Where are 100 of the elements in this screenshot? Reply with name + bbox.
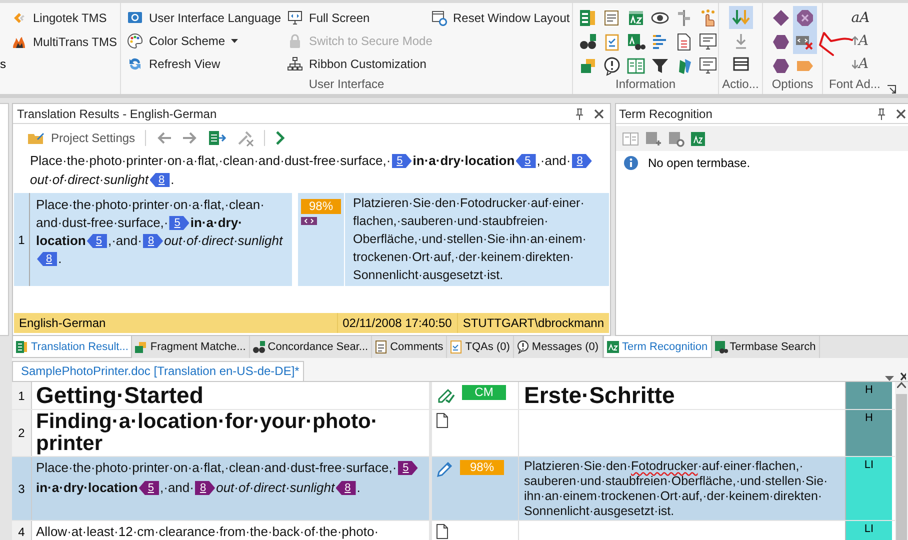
- pin-icon[interactable]: [575, 108, 584, 120]
- squares-icon[interactable]: [578, 56, 598, 76]
- ribbon-button[interactable]: Full Screen: [284, 6, 373, 30]
- termbase-icon[interactable]: [626, 8, 646, 28]
- panel-tab[interactable]: Term Recognition: [603, 336, 712, 358]
- target-text[interactable]: Erste·Schritte: [519, 382, 845, 409]
- option-button[interactable]: [792, 6, 816, 30]
- language-icon: [127, 10, 143, 26]
- group-label: Font Ad...: [828, 76, 880, 93]
- row-number: 1: [14, 193, 30, 286]
- dialog-launcher-icon[interactable]: [886, 85, 896, 94]
- ribbon-button[interactable]: MultiTrans TMS: [8, 30, 120, 54]
- match-status: CM: [462, 385, 506, 400]
- source-text[interactable]: Place·the·photo·printer·on·a·flat,·clean· and·dust-free·surface,· 5 in·a·dry·location 5 ,·and· 8 out·of·direct·sunlight 8 .: [30, 193, 292, 286]
- ribbon-button[interactable]: Refresh View: [124, 52, 224, 76]
- target-text[interactable]: Platzieren·Sie·den·Fotodrucker·auf·einer·flachen,·sauberen·und·staubfreien·Oberfläche,·und·stellen·Sie·ihn·an·einem·trockenen·Ort·auf,·der·keinem·direkten·Sonnenlicht·ausgesetzt·ist.: [519, 457, 845, 520]
- hexagon-icon: [770, 56, 790, 76]
- row-number: 3: [12, 457, 32, 520]
- user-name: STUTTGART\dbrockmann: [456, 313, 609, 333]
- group-label: Options: [770, 76, 814, 93]
- termbase-settings-icon[interactable]: [668, 130, 685, 146]
- group-label: Actio...: [721, 76, 760, 93]
- binoculars-icon: [252, 340, 266, 354]
- octagon-x-icon: [794, 8, 814, 28]
- cut-label: s: [0, 57, 6, 72]
- group-label: User Interface: [308, 76, 386, 93]
- list-icon: [15, 340, 29, 354]
- ribbon-button[interactable]: User Interface Language: [124, 6, 284, 30]
- list-icon[interactable]: [578, 8, 598, 28]
- source-preview-text: Place·the·photo·printer·on·a·flat,·clean·and·dust-free·surface,· 5 in·a·dry·location 5 ,·and· 8 out·of·direct·sunlight 8 .: [13, 151, 610, 193]
- ribbon-button[interactable]: Reset Window Layout: [428, 6, 573, 30]
- target-text: Platzieren·Sie·den·Fotodrucker·auf·einer·flachen,·sauberen·und·staubfreien·Oberfläche,·und·stellen·Sie·ihn·an·einem·trockenen·Ort·auf,·der·keinem·direkten·Sonnenlicht·ausgesetzt·ist.: [345, 193, 609, 286]
- document-icon: [436, 413, 448, 428]
- panel-tab[interactable]: Translation Result...: [12, 336, 132, 358]
- squares-icon: [134, 340, 148, 354]
- pencil-icon: [436, 460, 454, 478]
- match-score: 98%: [301, 199, 341, 214]
- flame-icon: [10, 34, 27, 50]
- close-icon[interactable]: [900, 372, 906, 381]
- source-text[interactable]: Getting·Started: [32, 382, 432, 409]
- close-icon[interactable]: [896, 108, 906, 118]
- refresh-icon: [127, 56, 143, 72]
- ribbon-button[interactable]: Color Scheme: [124, 29, 242, 53]
- source-text[interactable]: Allow·at·least·12·cm·clearance·from·the·back·of·the·photo·: [32, 521, 432, 540]
- monitor-icon[interactable]: [698, 32, 718, 52]
- caret-icon: [231, 38, 238, 43]
- row-number: 4: [12, 521, 32, 540]
- funnel-icon[interactable]: [650, 56, 670, 76]
- match-status: 98%: [460, 460, 504, 475]
- ribbon-button[interactable]: Ribbon Customization: [284, 52, 430, 76]
- style-label: LI: [845, 521, 892, 540]
- hexagon-icon: [770, 32, 790, 52]
- style-label: H: [845, 410, 892, 456]
- termbase-add-icon[interactable]: [645, 130, 662, 146]
- panel-title: Term Recognition: [619, 106, 714, 120]
- list-icon[interactable]: [208, 128, 226, 146]
- style-label: LI: [845, 457, 892, 520]
- left-arrow-icon[interactable]: [156, 130, 172, 144]
- pin-icon[interactable]: [877, 108, 886, 120]
- hierarchy-icon: [287, 56, 303, 72]
- project-settings-button[interactable]: Project Settings: [27, 130, 136, 146]
- termbase-icon: [606, 340, 620, 354]
- dropdown-icon[interactable]: [885, 376, 894, 381]
- scrollbar[interactable]: [895, 382, 908, 540]
- termbase-icon[interactable]: [691, 132, 705, 146]
- note-icon: [374, 340, 388, 354]
- document-tab[interactable]: SamplePhotoPrinter.doc [Translation en-US-de-DE]*: [12, 361, 304, 381]
- play-icon[interactable]: [275, 130, 286, 144]
- status-message: No open termbase.: [648, 156, 750, 170]
- up-arrow-icon: [852, 36, 858, 46]
- termbase-search-icon[interactable]: [626, 32, 646, 52]
- tools-icon[interactable]: [236, 128, 254, 146]
- font-size-button[interactable]: aA: [846, 6, 876, 30]
- palette-icon: [127, 32, 143, 49]
- ribbon-button[interactable]: Lingotek TMS: [8, 6, 110, 30]
- font-size-button[interactable]: A: [846, 29, 876, 53]
- tag-icon: [301, 217, 317, 225]
- warning-bubble-icon[interactable]: [602, 56, 622, 76]
- close-icon[interactable]: [594, 108, 604, 118]
- language-pair: English-German: [18, 315, 107, 332]
- option-button[interactable]: [792, 30, 816, 54]
- row-number: 2: [12, 410, 32, 456]
- termbase-search-icon: [714, 340, 728, 354]
- source-text[interactable]: Place·the·photo·printer·on·a·flat,·clean·and·dust-free·surface,· 5 in·a·dry·location 5 ,·and· 8 out·of·direct·sunlight 8 .: [32, 457, 432, 520]
- scrollbar-thumb[interactable]: [896, 394, 907, 540]
- group-label: Information: [614, 76, 677, 93]
- info-icon: [624, 156, 638, 170]
- row-number: 1: [12, 382, 32, 409]
- date-time: 02/11/2008 17:40:50: [336, 313, 457, 333]
- book-icon[interactable]: [626, 56, 646, 76]
- checklist-icon: [449, 340, 464, 354]
- window-refresh-icon: [431, 10, 447, 26]
- right-arrow-icon[interactable]: [182, 130, 198, 144]
- warning-bubble-icon: [516, 340, 530, 354]
- down-arrow-icon: [852, 60, 858, 69]
- binoculars-icon[interactable]: [578, 32, 598, 52]
- monitor-icon[interactable]: [698, 56, 718, 76]
- font-size-button[interactable]: A: [846, 52, 876, 76]
- lock-icon: [287, 32, 303, 49]
- style-label: H: [845, 382, 892, 409]
